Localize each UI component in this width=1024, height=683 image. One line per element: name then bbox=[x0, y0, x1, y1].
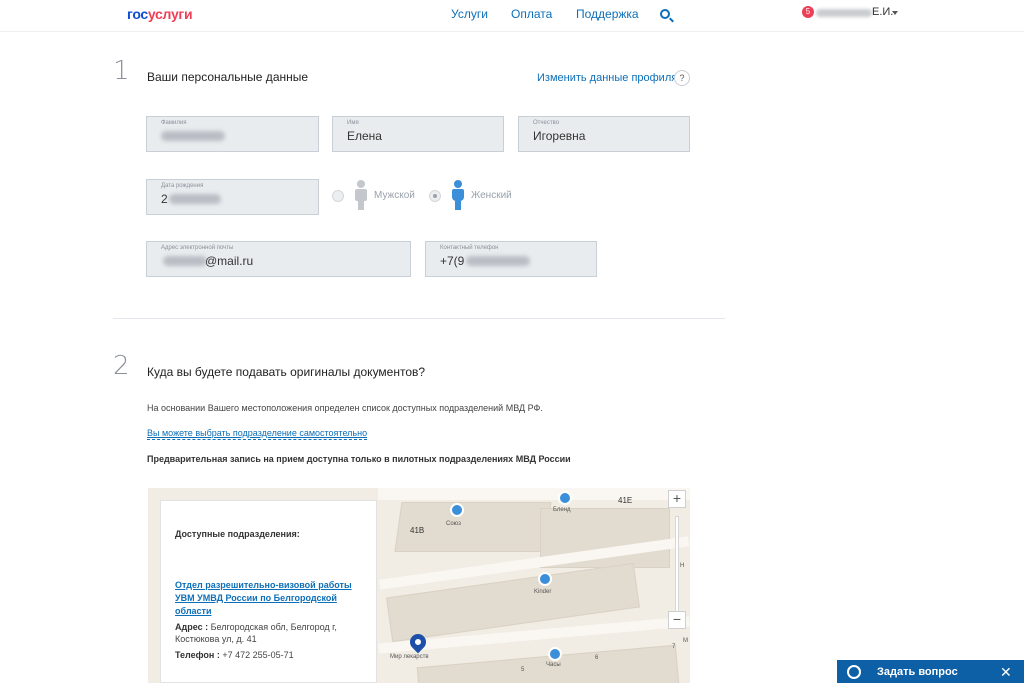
poi-label-kinder: Kinder bbox=[534, 589, 552, 595]
office-link[interactable]: Отдел разрешительно-визовой работы УВМ У… bbox=[175, 579, 370, 618]
female-person-icon bbox=[450, 180, 466, 210]
email-label: Адрес электронной почты bbox=[161, 245, 234, 251]
help-icon[interactable]: ? bbox=[674, 70, 690, 86]
map-label-41v: 41В bbox=[410, 526, 425, 535]
offices-panel-title: Доступные подразделения: bbox=[175, 529, 300, 539]
name-value: Елена bbox=[347, 129, 382, 143]
notification-badge[interactable]: 5 bbox=[802, 6, 814, 18]
jewelry-icon[interactable] bbox=[548, 647, 562, 661]
poi-label-mir: Мир лекарств bbox=[390, 654, 429, 660]
phone-value: +7(9 bbox=[440, 254, 465, 268]
poi-label-blend: Бленд bbox=[553, 507, 571, 513]
map-number-7: 7 bbox=[672, 644, 676, 650]
shop-icon[interactable] bbox=[558, 491, 572, 505]
gosuslugi-logo[interactable]: госуслуги bbox=[127, 6, 193, 22]
nav-services[interactable]: Услуги bbox=[451, 7, 488, 21]
store-icon[interactable] bbox=[538, 572, 552, 586]
offices-panel: Доступные подразделения: Отдел разрешите… bbox=[160, 500, 377, 683]
phone-redacted bbox=[466, 256, 530, 266]
name-label: Имя bbox=[347, 120, 359, 126]
patronymic-value: Игоревна bbox=[533, 129, 586, 143]
surname-label: Фамилия bbox=[161, 120, 187, 126]
address-label: Адрес : bbox=[175, 622, 209, 632]
zoom-slider[interactable] bbox=[675, 516, 679, 616]
map-number-6: 6 bbox=[595, 655, 599, 661]
poi-label-chasy: Часы bbox=[546, 662, 561, 668]
logo-part-gos: гос bbox=[127, 6, 148, 22]
zoom-in-button[interactable]: + bbox=[668, 490, 686, 508]
office-phone: Телефон : +7 472 255-05-71 bbox=[175, 649, 294, 661]
ask-question-label[interactable]: Задать вопрос bbox=[877, 666, 958, 678]
email-redacted bbox=[163, 256, 207, 266]
step-number-1: 1 bbox=[113, 56, 130, 86]
shop-icon[interactable] bbox=[450, 503, 464, 517]
choose-office-link[interactable]: Вы можете выбрать подразделение самостоя… bbox=[147, 428, 368, 440]
male-label: Мужской bbox=[374, 190, 415, 201]
female-radio[interactable] bbox=[429, 190, 441, 202]
name-field[interactable]: Имя Елена bbox=[332, 116, 504, 152]
logo-part-uslugi: услуги bbox=[147, 6, 193, 22]
chevron-down-icon[interactable] bbox=[892, 11, 898, 15]
section-divider bbox=[113, 318, 725, 319]
email-value: @mail.ru bbox=[205, 254, 254, 268]
patronymic-label: Отчество bbox=[533, 120, 560, 126]
close-icon[interactable]: ✕ bbox=[1000, 664, 1012, 681]
chat-bot-icon bbox=[847, 665, 861, 679]
map-road bbox=[378, 488, 690, 500]
female-label: Женский bbox=[471, 190, 512, 201]
top-header: госуслуги Услуги Оплата Поддержка 5 Е.И. bbox=[0, 0, 1024, 32]
office-address: Адрес : Белгородская обл, Белгород г, Ко… bbox=[175, 621, 370, 645]
zoom-out-button[interactable]: − bbox=[668, 611, 686, 629]
birthdate-redacted bbox=[169, 194, 221, 204]
map-label-41e: 41Е bbox=[618, 496, 633, 505]
birthdate-value: 2 bbox=[161, 192, 168, 206]
male-person-icon bbox=[353, 180, 369, 210]
poi-label-soyuz: Союз bbox=[446, 521, 461, 527]
map-number-5: 5 bbox=[521, 667, 525, 673]
phone-label: Контактный телефон bbox=[440, 245, 499, 251]
step1-title: Ваши персональные данные bbox=[147, 70, 309, 84]
user-name-blur bbox=[816, 9, 872, 17]
step-number-2: 2 bbox=[113, 351, 130, 381]
birthdate-label: Дата рождения bbox=[161, 183, 204, 189]
location-info: На основании Вашего местоположения опред… bbox=[147, 403, 543, 413]
user-initials: Е.И. bbox=[872, 6, 894, 18]
step2-title: Куда вы будете подавать оригиналы докуме… bbox=[147, 365, 426, 379]
surname-redacted bbox=[161, 131, 225, 141]
phone-label-map: Телефон : bbox=[175, 650, 220, 660]
nav-payment[interactable]: Оплата bbox=[511, 7, 552, 21]
edit-profile-link[interactable]: Изменить данные профиля bbox=[537, 72, 677, 84]
ask-question-widget[interactable]: Задать вопрос ✕ bbox=[837, 660, 1024, 683]
male-radio[interactable] bbox=[332, 190, 344, 202]
map-label-h: Н bbox=[680, 563, 685, 569]
pilot-notice: Предварительная запись на прием доступна… bbox=[147, 454, 571, 464]
surname-field[interactable]: Фамилия bbox=[146, 116, 319, 152]
nav-support[interactable]: Поддержка bbox=[576, 7, 639, 21]
map-label-m: М bbox=[683, 638, 688, 644]
search-icon[interactable] bbox=[660, 9, 670, 19]
birthdate-field[interactable]: Дата рождения 2 bbox=[146, 179, 319, 215]
phone-field[interactable]: Контактный телефон +7(9 bbox=[425, 241, 597, 277]
patronymic-field[interactable]: Отчество Игоревна bbox=[518, 116, 690, 152]
email-field[interactable]: Адрес электронной почты @mail.ru bbox=[146, 241, 411, 277]
phone-value-map: +7 472 255-05-71 bbox=[222, 650, 294, 660]
